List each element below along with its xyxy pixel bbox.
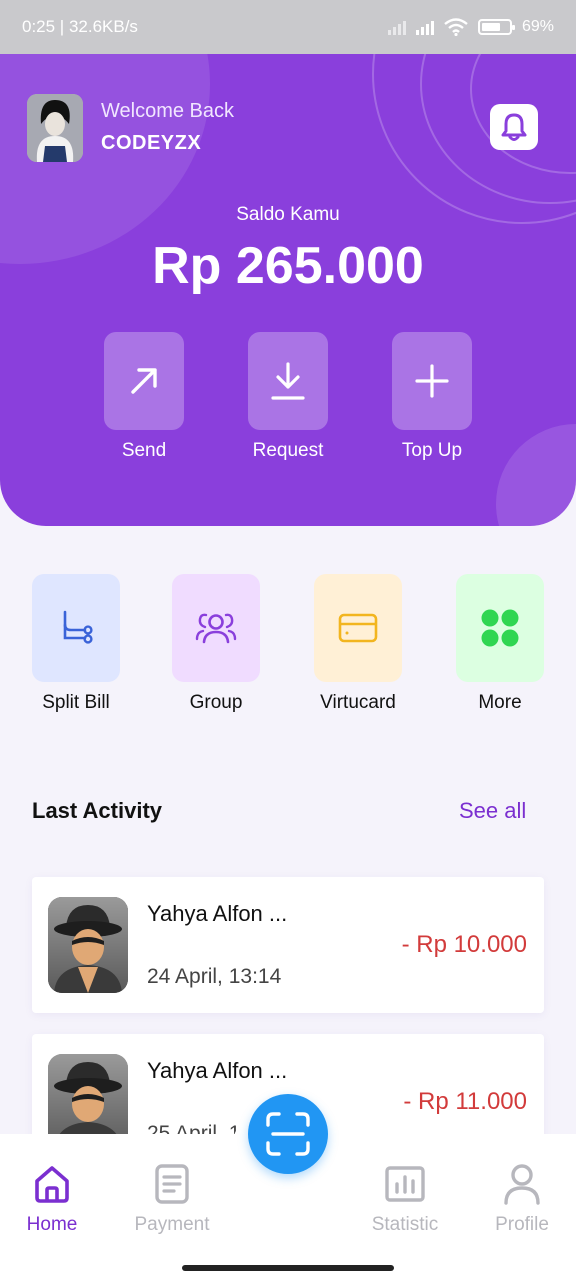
split-bill-icon <box>63 610 93 644</box>
nav-profile[interactable]: Profile <box>467 1162 576 1236</box>
contact-name: Yahya Alfon ... <box>147 1058 288 1083</box>
split-bill-label: Split Bill <box>42 692 110 713</box>
grid-dots-icon <box>481 609 519 647</box>
plus-icon <box>415 364 449 398</box>
document-icon <box>155 1164 189 1204</box>
top-up-label: Top Up <box>401 440 463 461</box>
signal-icon <box>415 19 434 35</box>
battery-icon <box>477 19 515 35</box>
user-icon <box>504 1164 540 1205</box>
nav-statistic[interactable]: Statistic <box>350 1162 460 1236</box>
arrow-up-right-icon <box>131 368 157 394</box>
scan-qr-button[interactable] <box>248 1094 328 1174</box>
last-activity-title: Last Activity <box>32 798 163 823</box>
balance-label: Saldo Kamu <box>236 204 340 225</box>
nav-payment-label: Payment <box>134 1214 210 1235</box>
decor-blob <box>496 424 576 526</box>
nav-home[interactable]: Home <box>0 1162 107 1236</box>
username: CODEYZX <box>101 132 202 154</box>
activity-date: 24 April, 13:14 <box>147 965 282 988</box>
avatar[interactable] <box>27 94 83 162</box>
bell-icon <box>501 113 527 141</box>
request-button[interactable]: Request <box>248 332 328 462</box>
group-icon <box>195 613 237 644</box>
wifi-icon <box>444 18 468 36</box>
notification-button[interactable] <box>490 104 538 150</box>
top-up-button[interactable]: Top Up <box>392 332 472 462</box>
virtucard-button[interactable]: Virtucard <box>314 574 402 714</box>
group-button[interactable]: Group <box>172 574 260 714</box>
send-label: Send <box>121 440 167 461</box>
send-button[interactable]: Send <box>104 332 184 462</box>
battery-level: 69% <box>521 18 554 35</box>
status-time-speed: 0:25 | 32.6KB/s <box>22 17 138 36</box>
nav-statistic-label: Statistic <box>371 1214 439 1235</box>
bar-chart-icon <box>385 1166 425 1202</box>
balance-value: Rp 265.000 <box>152 237 424 295</box>
signal-icon <box>387 19 406 35</box>
request-label: Request <box>252 440 324 461</box>
nav-profile-label: Profile <box>495 1214 549 1235</box>
scan-icon <box>266 1112 310 1156</box>
balance-header: Welcome Back CODEYZX Saldo Kamu Rp 265.0… <box>0 54 576 526</box>
download-icon <box>271 362 305 400</box>
nav-payment[interactable]: Payment <box>117 1162 227 1236</box>
nav-home-label: Home <box>26 1214 78 1235</box>
home-icon <box>35 1166 69 1203</box>
split-bill-button[interactable]: Split Bill <box>32 574 120 714</box>
see-all-link[interactable]: See all <box>459 798 526 824</box>
contact-avatar <box>48 897 128 993</box>
contact-name: Yahya Alfon ... <box>147 901 288 926</box>
more-label: More <box>478 692 522 713</box>
card-icon <box>338 613 378 643</box>
home-indicator <box>182 1265 394 1271</box>
welcome-text: Welcome Back <box>101 100 235 122</box>
status-bar: 0:25 | 32.6KB/s 69% <box>0 0 576 54</box>
group-label: Group <box>189 692 243 713</box>
virtucard-label: Virtucard <box>320 692 396 713</box>
activity-amount: - Rp 10.000 <box>401 931 527 958</box>
more-button[interactable]: More <box>456 574 544 714</box>
activity-item[interactable]: Yahya Alfon ... 24 April, 13:14 - Rp 10.… <box>32 877 544 1013</box>
activity-amount: - Rp 11.000 <box>403 1088 527 1115</box>
